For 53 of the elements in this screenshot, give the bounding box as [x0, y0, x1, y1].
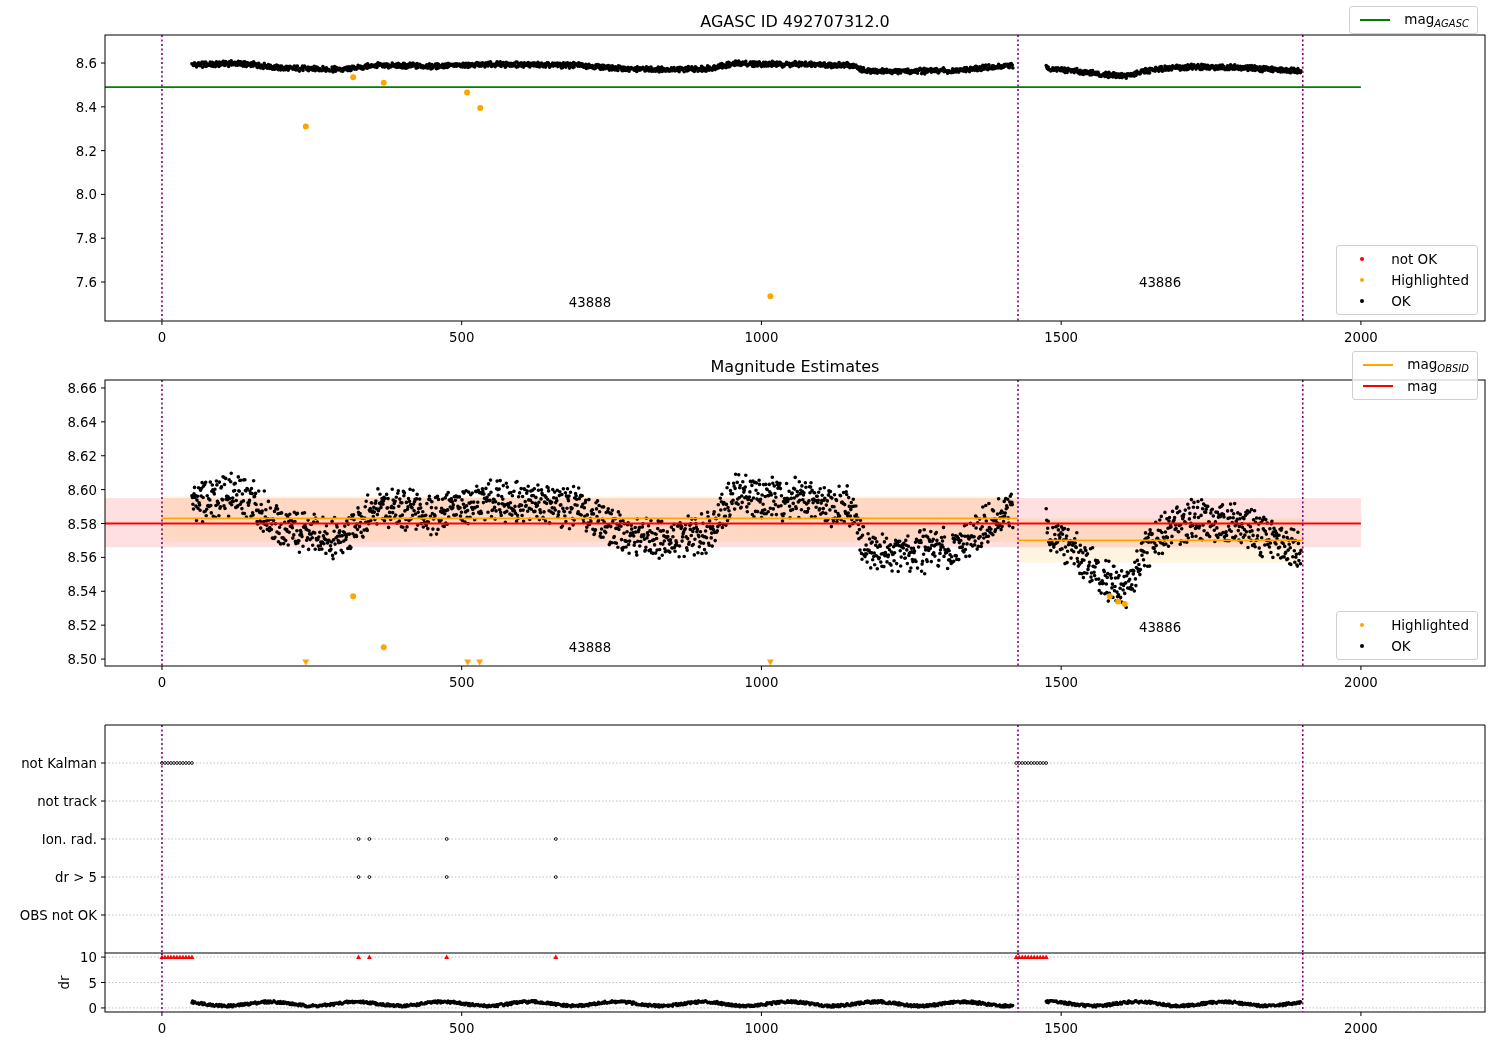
tick-label: 8.6: [75, 56, 97, 72]
tick-label: 8.52: [67, 618, 97, 634]
legend-label: Highlighted: [1391, 272, 1470, 288]
tick-label: 1000: [744, 1021, 779, 1036]
legend-label: OK: [1391, 638, 1412, 654]
tick-label: 500: [449, 1021, 475, 1036]
tick-label: 5: [88, 975, 97, 991]
tick-label: 1500: [1044, 1021, 1079, 1036]
tick-label: 500: [449, 675, 475, 690]
tick-label: not Kalman: [21, 756, 97, 771]
tick-label: 8.50: [67, 652, 97, 668]
annotation-label: 43888: [568, 639, 612, 655]
tick-label: 8.62: [67, 448, 97, 464]
tick-label: Ion. rad.: [41, 832, 97, 847]
tick-label: 8.54: [67, 584, 97, 600]
tick-label: 8.4: [75, 99, 97, 115]
tick-label: 1500: [1044, 675, 1079, 690]
tick-label: 8.60: [67, 482, 97, 498]
tick-label: 0: [88, 1000, 97, 1016]
annotation-label: 43886: [1138, 275, 1182, 291]
tick-label: 0: [157, 330, 167, 345]
tick-label: 8.56: [67, 550, 97, 566]
tick-label: dr > 5: [55, 870, 97, 885]
tick-label: 8.0: [75, 187, 97, 203]
tick-label: 2000: [1344, 675, 1378, 690]
legend-label: mag$_{OBSID}$: [1407, 356, 1470, 374]
tick-label: 500: [449, 330, 475, 345]
tick-label: 7.8: [75, 231, 97, 247]
tick-label: OBS not OK: [19, 908, 97, 923]
legend-label: Highlighted: [1391, 617, 1470, 633]
tick-label: 0: [157, 1021, 167, 1036]
tick-label: 1000: [744, 675, 779, 690]
tick-label: 1000: [744, 330, 779, 345]
legend-label: mag$_{AGASC}$: [1404, 11, 1470, 29]
tick-label: 2000: [1344, 1021, 1378, 1036]
tick-label: 0: [157, 675, 167, 690]
tick-label: 10: [80, 950, 97, 966]
legend-label: OK: [1391, 293, 1412, 309]
tick-label: not track: [37, 794, 97, 809]
annotation-label: 43888: [568, 295, 612, 310]
legend-label: not OK: [1391, 251, 1439, 267]
tick-label: 8.66: [67, 380, 97, 396]
tick-label: 8.64: [67, 414, 97, 430]
annotation-label: 43886: [1138, 619, 1182, 635]
tick-label: 8.2: [75, 143, 97, 159]
tick-label: 7.6: [75, 275, 97, 290]
legend-label: mag: [1407, 378, 1439, 394]
tick-label: 1500: [1044, 330, 1079, 345]
tick-label: 2000: [1344, 330, 1378, 345]
tick-label: 8.58: [67, 516, 97, 532]
chart-title: AGASC ID 492707312.0: [700, 12, 890, 31]
chart-title: Magnitude Estimates: [710, 357, 880, 376]
axis-label: dr: [57, 975, 72, 990]
